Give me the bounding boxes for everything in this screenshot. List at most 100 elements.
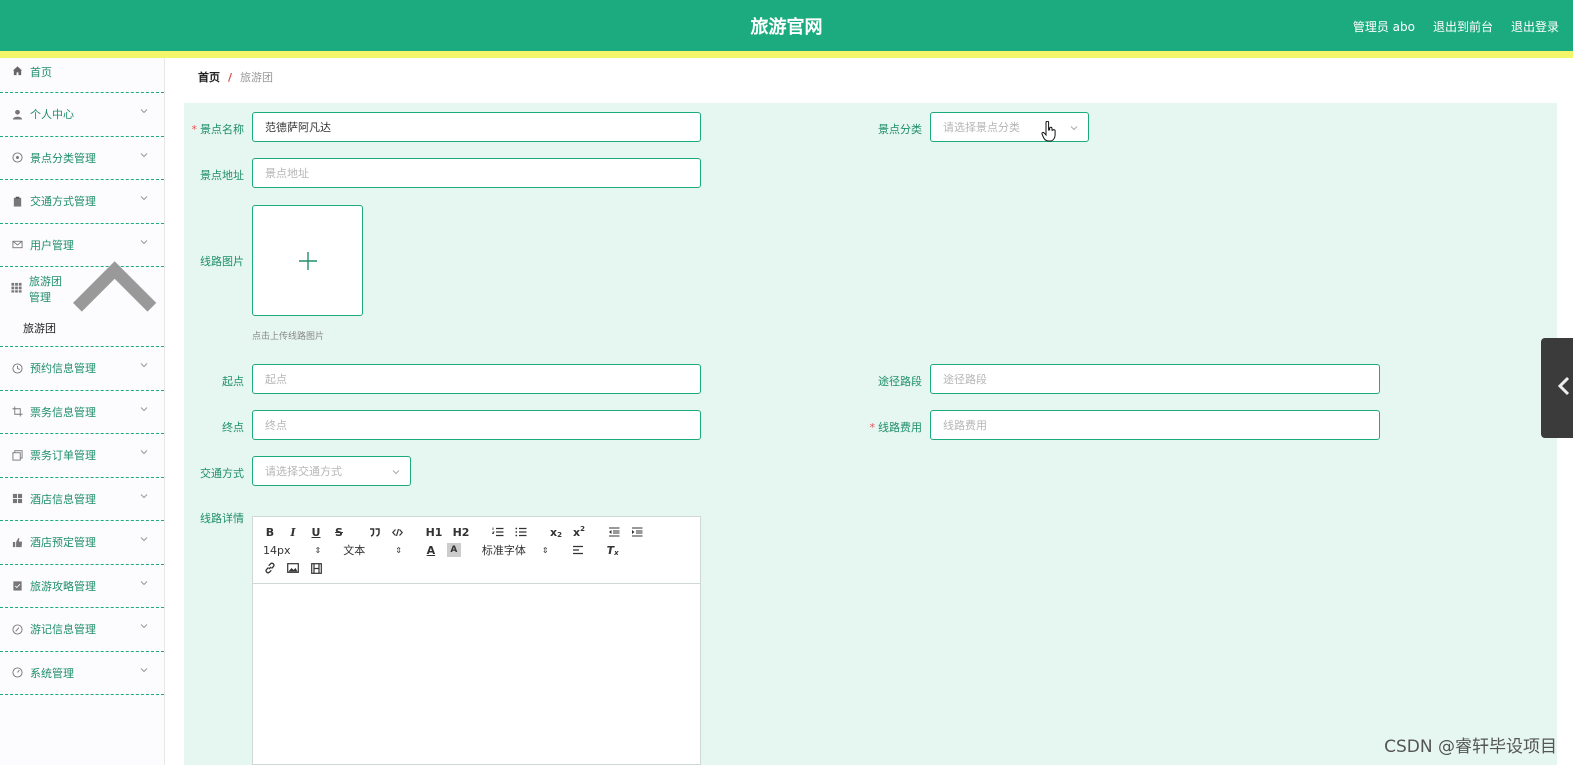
- blockquote-icon[interactable]: [367, 525, 381, 539]
- to-front-link[interactable]: 退出到前台: [1433, 18, 1493, 35]
- spot-address-input[interactable]: [252, 158, 701, 188]
- heading1-button[interactable]: H1: [425, 525, 443, 539]
- sidebar-subitem-label: 旅游团: [23, 322, 56, 335]
- sidebar-item-ticket-order[interactable]: 票务订单管理: [0, 434, 164, 478]
- indent-icon[interactable]: [630, 525, 644, 539]
- chevron-up-icon: [72, 261, 156, 312]
- image-icon[interactable]: [286, 561, 300, 575]
- top-header: 旅游官网 管理员 abo 退出到前台 退出登录: [0, 0, 1573, 51]
- underline-button[interactable]: U: [309, 525, 323, 539]
- code-icon[interactable]: [390, 525, 404, 539]
- sidebar-item-label: 票务信息管理: [30, 405, 96, 419]
- chevron-down-icon: [392, 470, 400, 475]
- transport-select[interactable]: 请选择交通方式: [252, 456, 411, 486]
- link-icon[interactable]: [263, 561, 277, 575]
- outdent-icon[interactable]: [607, 525, 621, 539]
- via-route-label: 途径路段: [878, 375, 922, 388]
- font-size-picker[interactable]: 14px ⇕: [263, 544, 321, 557]
- font-color-icon[interactable]: A: [424, 543, 438, 557]
- updown-icon: ⇕: [395, 545, 402, 555]
- spot-address-label: 景点地址: [200, 169, 244, 182]
- sidebar-item-spot-category[interactable]: 景点分类管理: [0, 137, 164, 180]
- sidebar-item-system[interactable]: 系统管理: [0, 652, 164, 695]
- grid-icon: [11, 282, 22, 296]
- tour-form: *景点名称 景点分类 请选择景点分类 景点地址 线路图片 点击上传线路图片 起点…: [184, 103, 1557, 765]
- route-fee-label: * 线路费用: [869, 421, 923, 434]
- mail-icon: [11, 239, 23, 251]
- sidebar-item-booking[interactable]: 预约信息管理: [0, 347, 164, 391]
- header-links: 管理员 abo 退出到前台 退出登录: [1353, 18, 1559, 35]
- bold-button[interactable]: B: [263, 525, 277, 539]
- spot-name-input[interactable]: [252, 112, 701, 142]
- route-image-label: 线路图片: [200, 255, 244, 268]
- sidebar-item-home[interactable]: 首页: [0, 58, 164, 93]
- sidebar-item-travel-guide[interactable]: 旅游攻略管理: [0, 565, 164, 608]
- route-fee-input[interactable]: [930, 410, 1380, 440]
- chevron-down-icon: [140, 196, 148, 201]
- start-point-label: 起点: [222, 375, 244, 388]
- dial-icon: [11, 667, 23, 679]
- home-icon: [11, 64, 23, 76]
- side-drawer-toggle[interactable]: [1541, 338, 1573, 438]
- sidebar-item-label: 首页: [30, 66, 52, 79]
- sidebar-item-ticket-info[interactable]: 票务信息管理: [0, 391, 164, 434]
- thumb-icon: [11, 536, 23, 548]
- chevron-down-icon: [140, 152, 148, 157]
- editor-content-area[interactable]: [253, 584, 700, 764]
- plus-icon: [298, 251, 317, 270]
- sidebar-item-label: 票务订单管理: [30, 449, 96, 463]
- admin-label: 管理员 abo: [1352, 20, 1415, 34]
- chevron-down-icon: [140, 493, 148, 498]
- sidebar-item-label: 个人中心: [30, 108, 74, 122]
- background-color-icon[interactable]: A: [446, 543, 461, 557]
- sidebar: 首页 个人中心 景点分类管理 交通方式管理 用户管理 旅游团管理 旅游团 预约信…: [0, 58, 165, 765]
- heading2-button[interactable]: H2: [452, 525, 470, 539]
- superscript-icon[interactable]: x2: [572, 525, 586, 539]
- spot-category-select[interactable]: 请选择景点分类: [930, 112, 1089, 142]
- copy-icon: [11, 449, 23, 461]
- bullet-list-icon[interactable]: [514, 525, 528, 539]
- transport-placeholder: 请选择交通方式: [265, 465, 342, 478]
- clear-format-icon[interactable]: Tx: [606, 543, 620, 558]
- sidebar-item-label: 系统管理: [30, 666, 74, 680]
- updown-icon: ⇕: [314, 545, 322, 555]
- sidebar-item-hotel-booking[interactable]: 酒店预定管理: [0, 521, 164, 565]
- watermark: CSDN @睿轩毕设项目: [1384, 737, 1557, 757]
- upload-hint: 点击上传线路图片: [252, 332, 325, 342]
- chevron-down-icon: [140, 624, 148, 629]
- breadcrumb: 首页 / 旅游团: [184, 58, 1557, 96]
- clipboard-icon: [11, 195, 23, 207]
- video-icon[interactable]: [309, 561, 323, 575]
- logout-link[interactable]: 退出登录: [1511, 18, 1559, 35]
- sidebar-item-profile[interactable]: 个人中心: [0, 93, 164, 137]
- sidebar-item-label: 酒店信息管理: [30, 492, 96, 506]
- sidebar-item-label: 景点分类管理: [30, 151, 96, 165]
- chevron-down-icon: [1070, 126, 1078, 131]
- font-family-picker[interactable]: 标准字体 ⇕: [482, 542, 549, 558]
- user-icon: [11, 108, 23, 120]
- ordered-list-icon[interactable]: [491, 525, 505, 539]
- via-route-input[interactable]: [930, 364, 1380, 394]
- sidebar-item-label: 交通方式管理: [30, 195, 96, 209]
- breadcrumb-home[interactable]: 首页: [198, 69, 220, 85]
- header-accent-strip: [0, 51, 1573, 58]
- required-mark: *: [869, 421, 876, 434]
- spot-category-placeholder: 请选择景点分类: [943, 121, 1020, 134]
- strike-button[interactable]: S: [332, 525, 346, 539]
- subscript-icon[interactable]: x2: [549, 525, 563, 540]
- sidebar-item-hotel-info[interactable]: 酒店信息管理: [0, 478, 164, 521]
- image-upload-button[interactable]: [252, 205, 363, 316]
- start-point-input[interactable]: [252, 364, 701, 394]
- sidebar-item-transport[interactable]: 交通方式管理: [0, 180, 164, 224]
- clock-icon: [11, 362, 23, 374]
- disc-icon: [11, 623, 23, 635]
- text-style-picker[interactable]: 文本 ⇕: [343, 542, 402, 558]
- end-point-input[interactable]: [252, 410, 701, 440]
- align-icon[interactable]: [571, 543, 585, 557]
- chevron-down-icon: [140, 537, 148, 542]
- checklist-icon: [11, 580, 23, 592]
- sidebar-item-tour-group[interactable]: 旅游团管理: [0, 261, 164, 312]
- italic-button[interactable]: I: [286, 525, 300, 539]
- sidebar-item-travel-notes[interactable]: 游记信息管理: [0, 608, 164, 652]
- transport-label: 交通方式: [200, 467, 244, 480]
